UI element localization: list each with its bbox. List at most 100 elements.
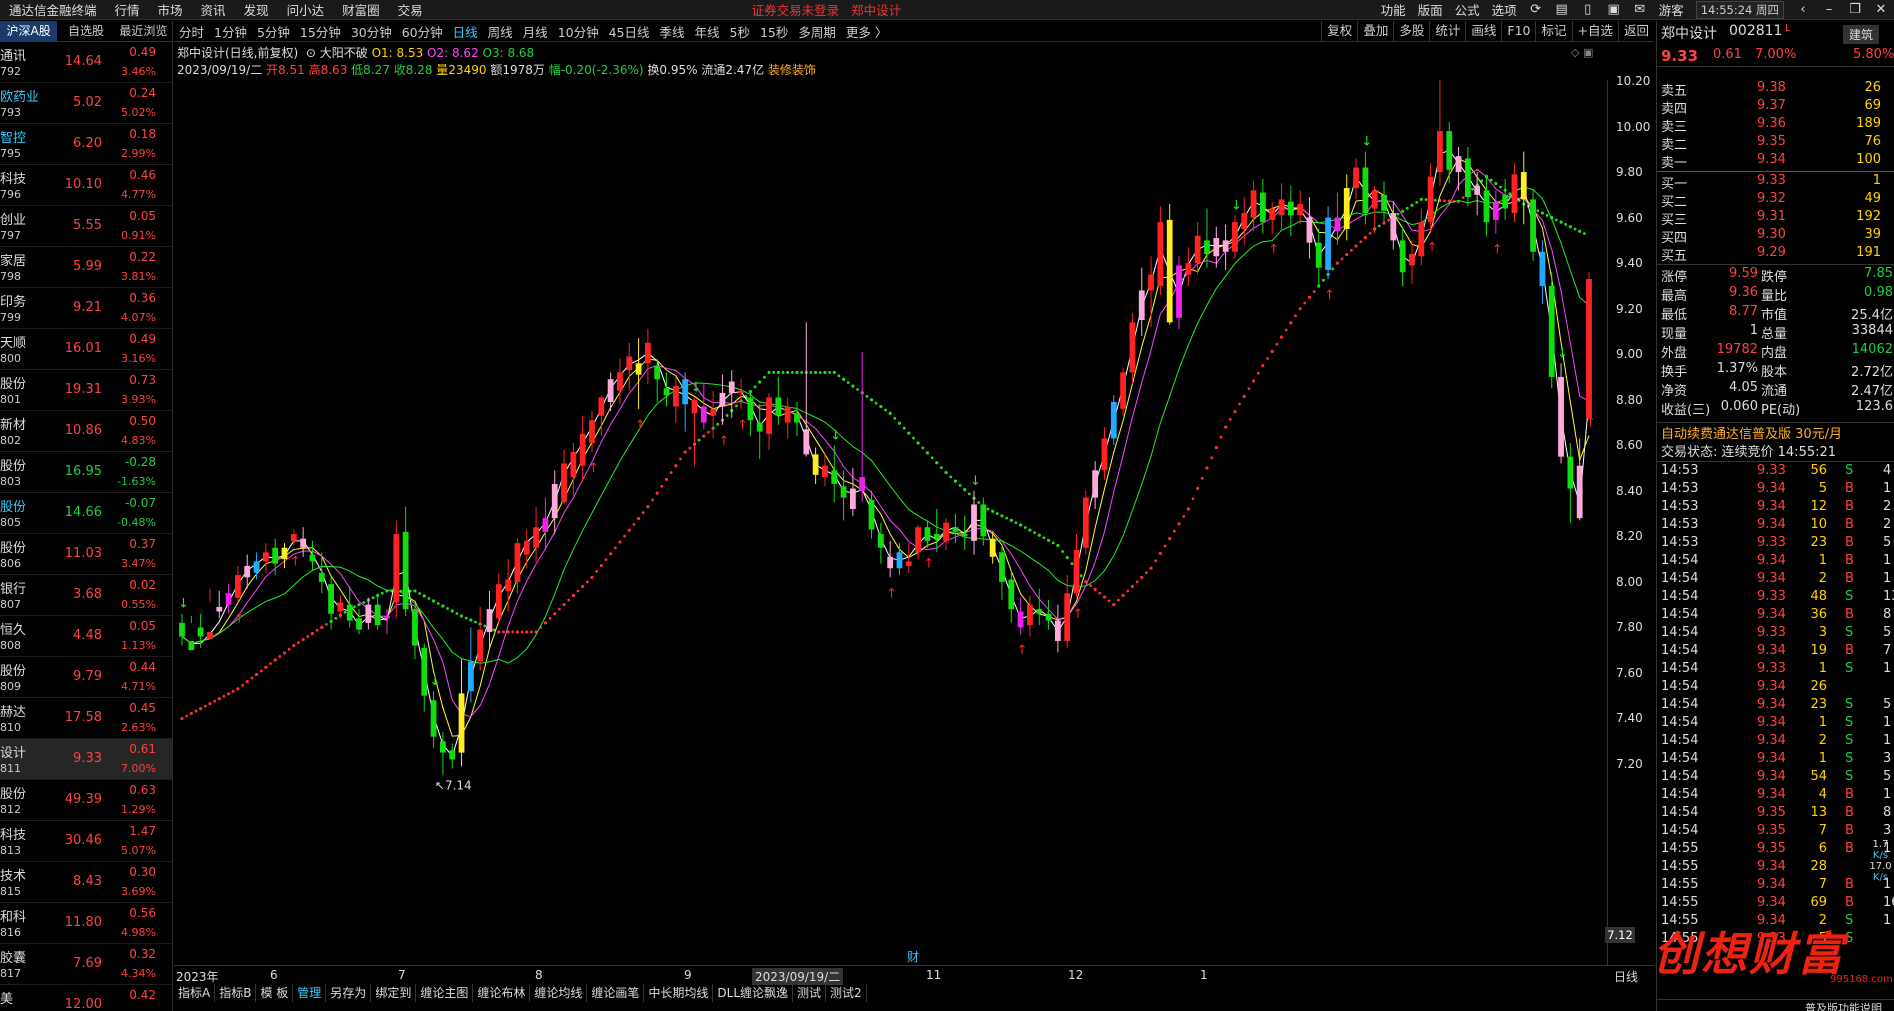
period-tab[interactable]: 45日线 (604, 22, 655, 41)
stock-row[interactable]: 新材 802 10.86 0.50 4.83% (0, 411, 172, 452)
indicator-tab[interactable]: 另存为 (326, 984, 372, 1002)
sector-name[interactable]: 装修装饰 (768, 63, 816, 77)
toolbar-button[interactable]: 画线 (1465, 20, 1501, 42)
chart-corner-icons[interactable]: ◇ ▣ (1571, 46, 1593, 59)
menu-formula[interactable]: 公式 (1449, 0, 1486, 19)
period-tab[interactable]: 年线 (690, 22, 725, 41)
period-tab[interactable]: 5秒 (725, 22, 755, 41)
stock-row[interactable]: 股份 803 16.95 -0.28 -1.63% (0, 452, 172, 493)
menu-trade[interactable]: 交易 (389, 0, 432, 19)
stock-row[interactable]: 天顺 800 16.01 0.49 3.16% (0, 329, 172, 370)
menu-discover[interactable]: 发现 (235, 0, 278, 19)
menu-ask[interactable]: 问小达 (278, 0, 334, 19)
stock-row[interactable]: 股份 805 14.66 -0.07 -0.48% (0, 493, 172, 534)
period-tab[interactable]: 15分钟 (295, 22, 346, 41)
toolbar-button[interactable]: +自选 (1571, 20, 1618, 42)
stock-row[interactable]: 股份 809 9.79 0.44 4.71% (0, 657, 172, 698)
toolbar-button[interactable]: 叠加 (1357, 20, 1393, 42)
indicator-tab[interactable]: 缠论画笔 (587, 984, 645, 1002)
toolbar-button[interactable]: 多股 (1393, 20, 1429, 42)
stock-row[interactable]: 通讯 792 14.64 0.49 3.46% (0, 42, 172, 83)
stock-row[interactable]: 股份 801 19.31 0.73 3.93% (0, 370, 172, 411)
menu-news[interactable]: 资讯 (192, 0, 235, 19)
toolbar-button[interactable]: 返回 (1617, 20, 1654, 42)
user-label[interactable]: 游客 (1653, 0, 1690, 19)
promo-link[interactable]: 自动续费通达信普及版 30元/月 (1661, 423, 1842, 442)
kline-chart[interactable]: ↓↑↑↓↑↑↓↑↑↓↑↑↓↑↑↓↑↑↓↑↑↓↑← 10.25↖7.14财 (174, 80, 1614, 965)
stock-row[interactable]: 胶囊 817 7.69 0.32 4.34% (0, 944, 172, 985)
period-tab[interactable]: 日线 (448, 22, 483, 41)
save-icon[interactable]: ▣ (1601, 2, 1627, 17)
phone-icon[interactable]: ▯ (1575, 2, 1601, 17)
stock-row[interactable]: 设计 811 9.33 0.61 7.00% (0, 739, 172, 780)
menu-markets[interactable]: 市场 (149, 0, 192, 19)
period-tab[interactable]: 5分钟 (252, 22, 295, 41)
stock-row[interactable]: 科技 813 30.46 1.47 5.07% (0, 821, 172, 862)
mail-icon[interactable]: ✉ (1627, 2, 1653, 17)
period-tab[interactable]: 60分钟 (397, 22, 448, 41)
period-tab[interactable]: 周线 (483, 22, 518, 41)
menu-market[interactable]: 行情 (106, 0, 149, 19)
stock-row[interactable]: 创业 797 5.55 0.05 0.91% (0, 206, 172, 247)
stock-row[interactable]: 科技 796 10.10 0.46 4.77% (0, 165, 172, 206)
period-tab[interactable]: 1分钟 (209, 22, 252, 41)
period-tab[interactable]: 季线 (655, 22, 690, 41)
close-icon[interactable]: ✕ (1868, 2, 1894, 17)
stock-row[interactable]: 股份 812 49.39 0.63 1.29% (0, 780, 172, 821)
stock-row[interactable]: 美 12.00 0.42 (0, 985, 172, 1011)
indicator-tab[interactable]: 指标A (174, 984, 216, 1002)
tab-watchlist[interactable]: 自选股 (57, 21, 114, 41)
finance-marker[interactable]: 财 (907, 950, 919, 964)
period-tab[interactable]: 30分钟 (346, 22, 397, 41)
stock-row[interactable]: 恒久 808 4.48 0.05 1.13% (0, 616, 172, 657)
stock-row[interactable]: 和科 816 11.80 0.56 4.98% (0, 903, 172, 944)
tab-recent[interactable]: 最近浏览 (115, 21, 172, 41)
x-axis-period[interactable]: 日线 (1614, 968, 1638, 985)
candle (710, 408, 717, 416)
indicator-name[interactable]: 大阳不破 (320, 46, 368, 60)
indicator-toggle-icon[interactable]: ⊙ (302, 46, 316, 60)
indicator-tab[interactable]: 测试 (793, 984, 827, 1002)
stock-row[interactable]: 家居 798 5.99 0.22 3.81% (0, 247, 172, 288)
restore-icon[interactable]: ❐ (1842, 2, 1868, 17)
indicator-tab[interactable]: 测试2 (826, 984, 867, 1002)
sector-button[interactable]: 建筑 (1843, 25, 1880, 44)
period-tab[interactable]: 10分钟 (553, 22, 604, 41)
toolbar-button[interactable]: 统计 (1429, 20, 1465, 42)
toolbar-button[interactable]: F10 (1501, 20, 1535, 42)
stock-row[interactable]: 印务 799 9.21 0.36 4.07% (0, 288, 172, 329)
period-tab[interactable]: 多周期 (793, 22, 841, 41)
period-tab[interactable]: 15秒 (755, 22, 793, 41)
tab-a-shares[interactable]: 沪深A股 (0, 21, 58, 41)
period-tab[interactable]: 分时 (174, 22, 209, 41)
stock-row[interactable]: 欧药业 793 5.02 0.24 5.02% (0, 83, 172, 124)
stock-row[interactable]: 智控 795 6.20 0.18 2.99% (0, 124, 172, 165)
layout-icon[interactable]: ▤ (1549, 2, 1575, 17)
indicator-tab[interactable]: DLL缠论飘逸 (713, 984, 794, 1002)
toolbar-button[interactable]: 复权 (1321, 20, 1357, 42)
stock-row[interactable]: 赫达 810 17.58 0.45 2.63% (0, 698, 172, 739)
refresh-icon[interactable]: ⟳ (1523, 2, 1549, 17)
toolbar-button[interactable]: 标记 (1535, 20, 1571, 42)
stock-row[interactable]: 股份 806 11.03 0.37 3.47% (0, 534, 172, 575)
menu-options[interactable]: 选项 (1486, 0, 1523, 19)
indicator-tab[interactable]: 中长期均线 (644, 984, 714, 1002)
indicator-tab[interactable]: 缠论均线 (530, 984, 588, 1002)
stock-row[interactable]: 银行 807 3.68 0.02 0.55% (0, 575, 172, 616)
menu-functions[interactable]: 功能 (1375, 0, 1412, 19)
indicator-tab[interactable]: 缠论主图 (416, 984, 474, 1002)
menu-layout[interactable]: 版面 (1412, 0, 1449, 19)
menu-wealth[interactable]: 财富圈 (333, 0, 389, 19)
feature-help-link[interactable]: 普及版功能说明 (1805, 1000, 1882, 1011)
period-tab[interactable]: 月线 (518, 22, 553, 41)
stock-row[interactable]: 技术 815 8.43 0.30 3.69% (0, 862, 172, 903)
indicator-tab[interactable]: 管理 (293, 984, 327, 1002)
indicator-tab[interactable]: 缠论布林 (473, 984, 531, 1002)
period-tab[interactable]: 更多 〉 (841, 22, 892, 41)
back-icon[interactable]: ‹ (1790, 2, 1816, 17)
minimize-icon[interactable]: – (1816, 2, 1842, 17)
login-warning[interactable]: 证券交易未登录 (746, 0, 846, 19)
indicator-tab[interactable]: 指标B (215, 984, 257, 1002)
indicator-tab[interactable]: 模 板 (256, 984, 294, 1002)
indicator-tab[interactable]: 绑定到 (371, 984, 417, 1002)
